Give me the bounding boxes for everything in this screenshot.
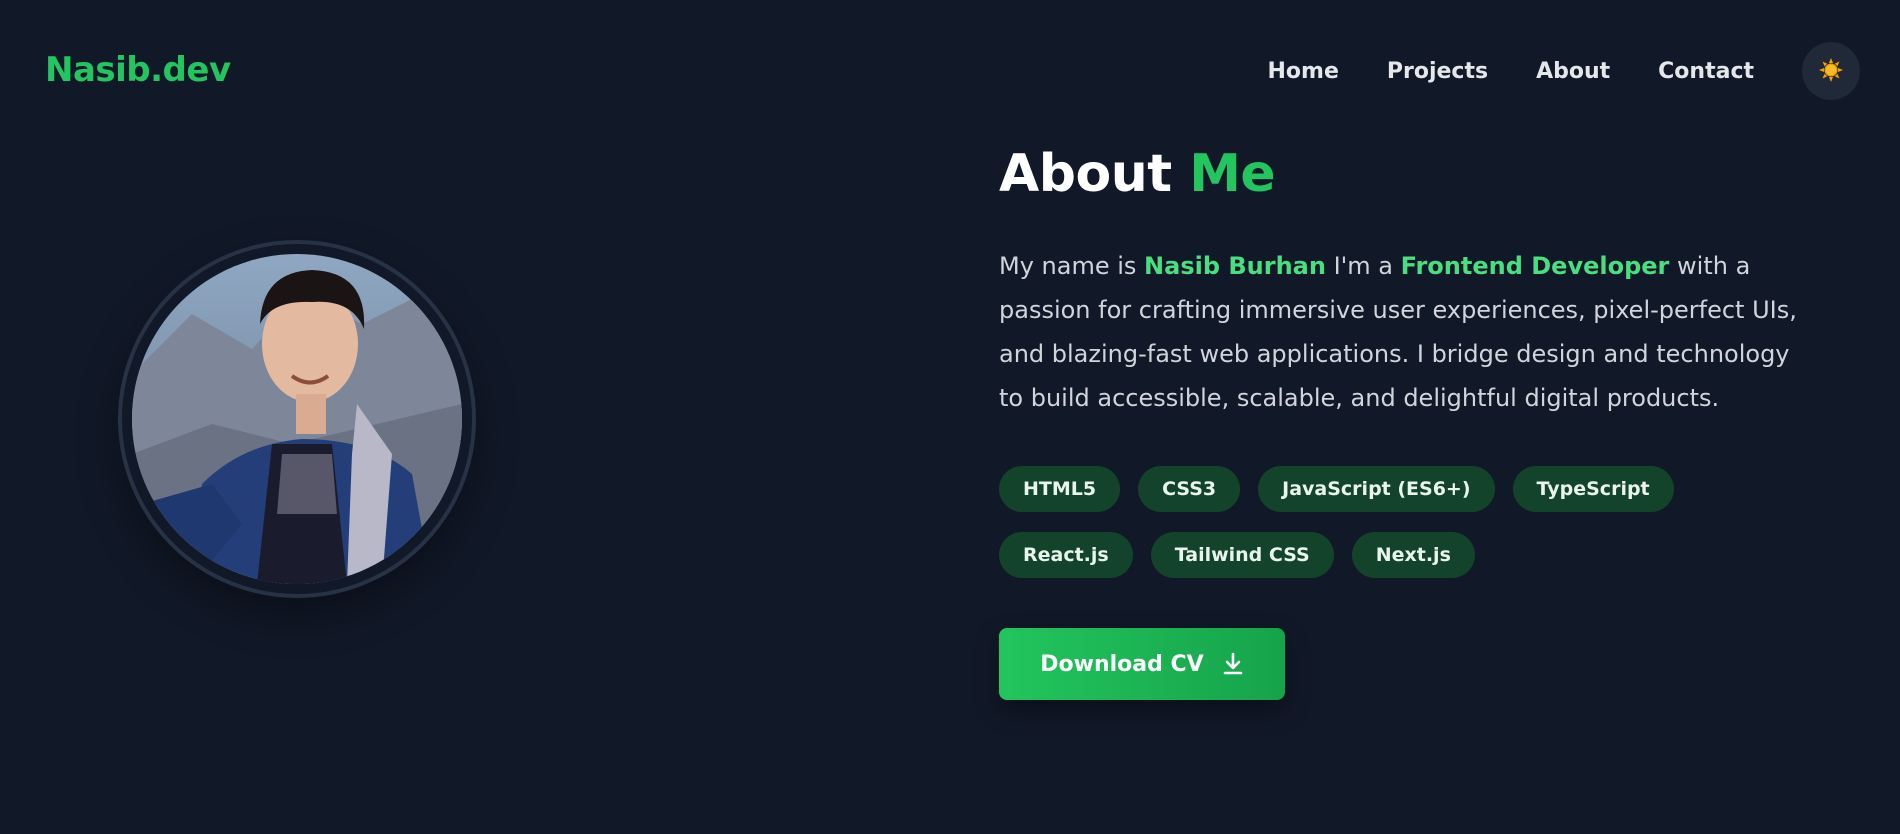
skill-tag-nextjs: Next.js (1351, 532, 1475, 578)
about-title-accent: Me (1189, 144, 1276, 204)
site-logo[interactable]: Nasib.dev (45, 50, 231, 90)
skill-tag-javascript: JavaScript (ES6+) (1258, 466, 1495, 512)
skills-list: HTML5 CSS3 JavaScript (ES6+) TypeScript … (999, 466, 1799, 598)
page: Nasib.dev Home Projects About Contact Ab… (0, 0, 1900, 834)
bio-middle: I'm a (1325, 252, 1401, 280)
about-heading: About Me (999, 140, 1799, 208)
theme-toggle-button[interactable] (1802, 42, 1860, 100)
download-icon (1222, 652, 1244, 676)
skill-tag-react: React.js (999, 532, 1133, 578)
avatar (132, 254, 462, 584)
nav-projects[interactable]: Projects (1387, 59, 1488, 84)
bio-name: Nasib Burhan (1144, 252, 1326, 280)
bio-prefix: My name is (999, 252, 1145, 280)
about-title: About (999, 144, 1172, 204)
avatar-frame (118, 240, 476, 598)
skill-tag-tailwind: Tailwind CSS (1150, 532, 1334, 578)
sun-icon (1818, 57, 1844, 86)
bio-role: Frontend Developer (1400, 252, 1670, 280)
download-cv-button[interactable]: Download CV (999, 628, 1285, 700)
about-section: About Me My name is Nasib Burhan I'm a F… (999, 140, 1799, 700)
skill-tag-html5: HTML5 (999, 466, 1121, 512)
nav-about[interactable]: About (1536, 59, 1610, 84)
nav-contact[interactable]: Contact (1658, 59, 1754, 84)
nav-home[interactable]: Home (1268, 59, 1339, 84)
skill-tag-css3: CSS3 (1138, 466, 1241, 512)
download-cv-label: Download CV (1040, 651, 1204, 677)
main-nav: Home Projects About Contact (1268, 42, 1860, 100)
bio-text: My name is Nasib Burhan I'm a Frontend D… (999, 244, 1799, 420)
skill-tag-typescript: TypeScript (1512, 466, 1674, 512)
